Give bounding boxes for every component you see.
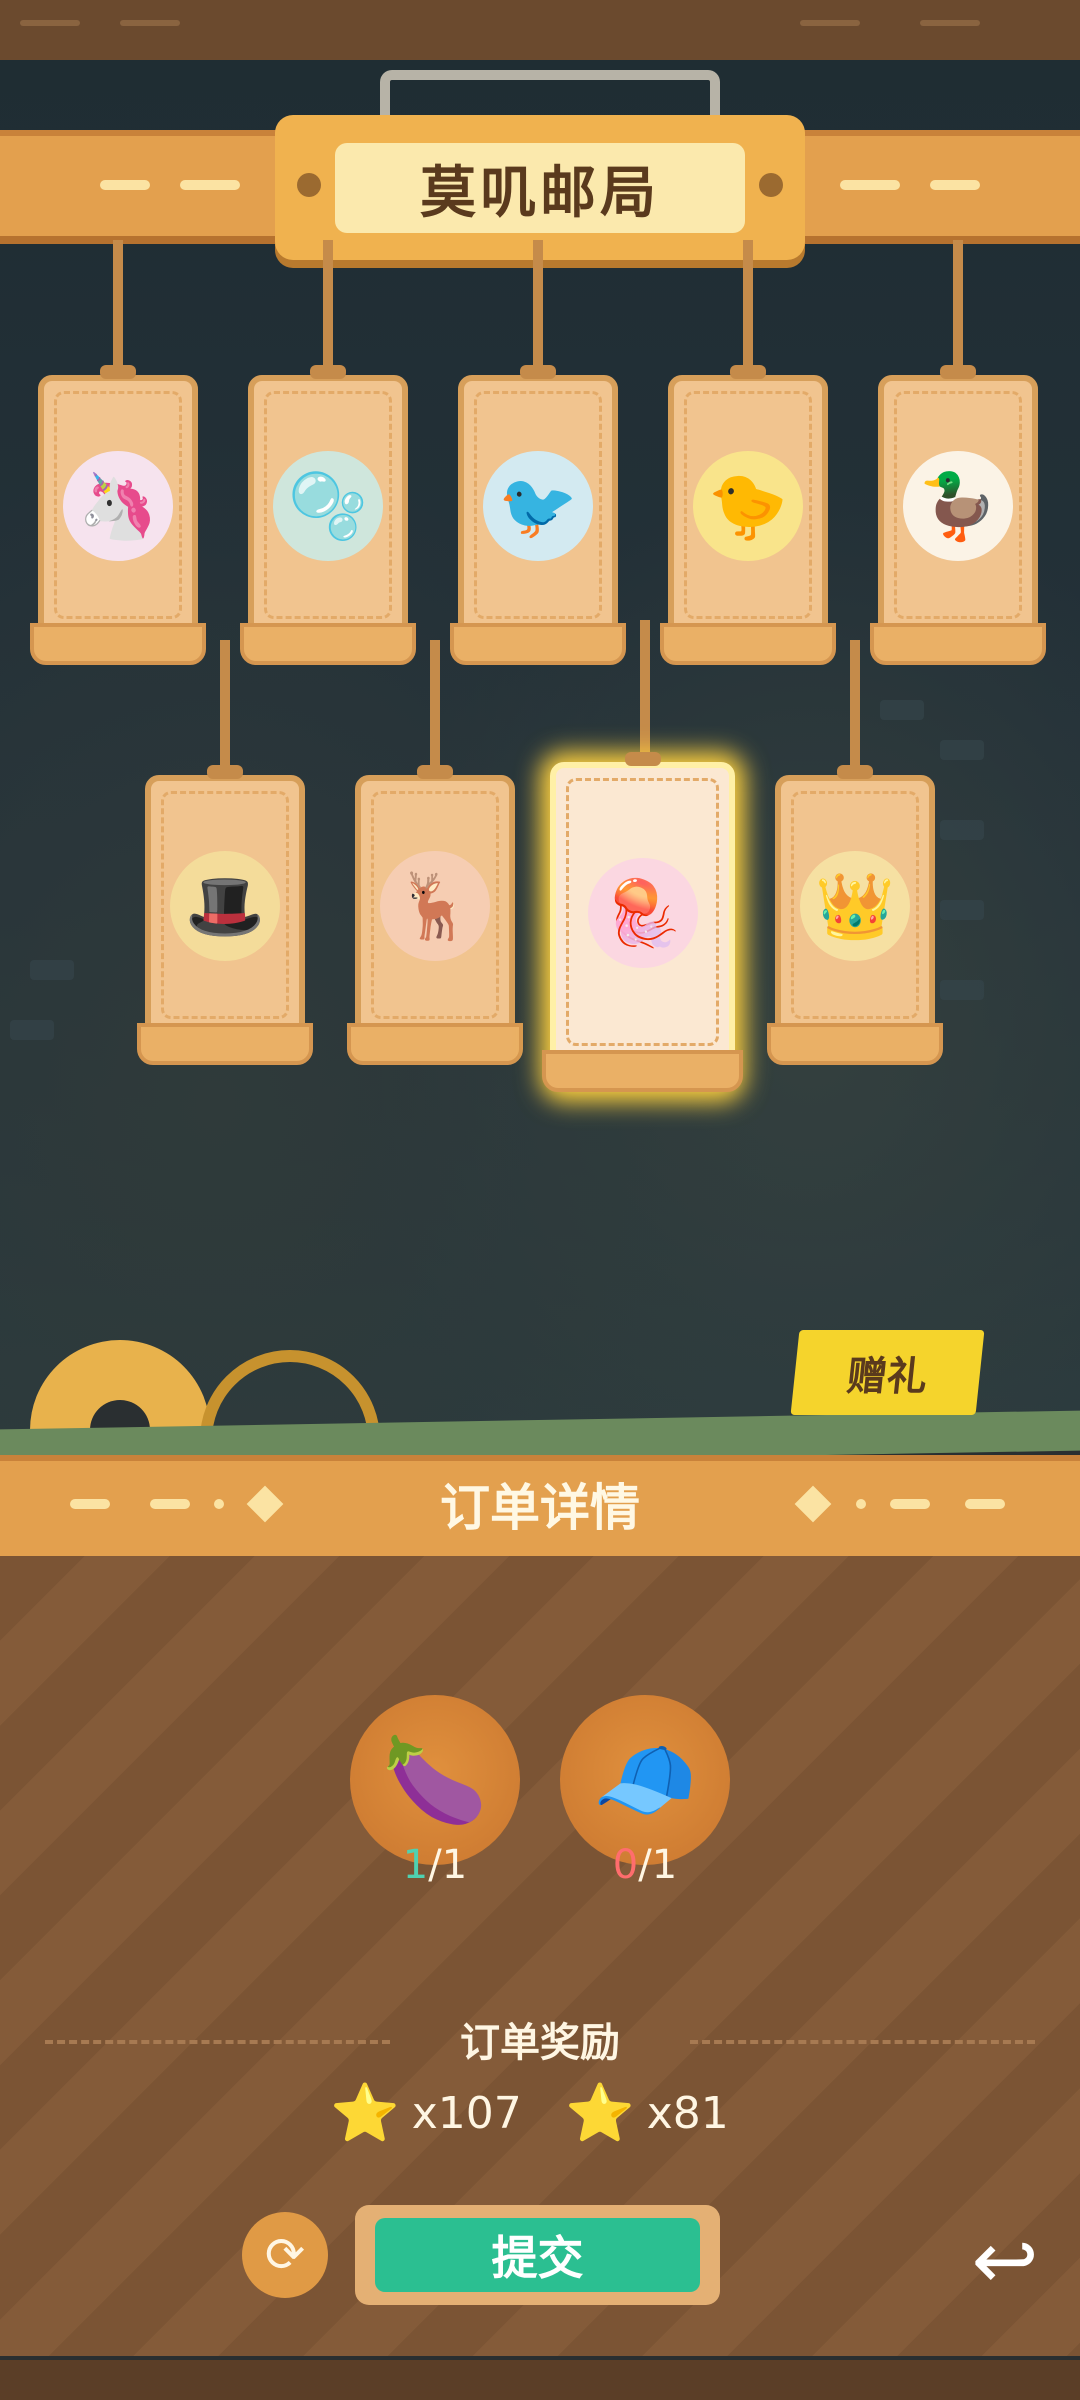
blue-star-icon: ⭐ <box>565 2081 635 2146</box>
refresh-button[interactable]: ⟳ <box>242 2212 328 2298</box>
top-wood-bar <box>0 0 1080 66</box>
character-card-pink-chick[interactable]: 🐤 <box>660 365 836 665</box>
bottom-wood-bar <box>0 2360 1080 2400</box>
order-item-count: 1/1 <box>402 1842 468 1888</box>
prince-icon: 👑 <box>800 851 910 961</box>
character-card-hat-creature[interactable]: 🎩 <box>137 765 313 1065</box>
night-cap-icon: 🧢 <box>592 1730 698 1829</box>
deer-icon: 🦌 <box>380 851 490 961</box>
order-item-lavender-pouch[interactable]: 🍆 <box>350 1695 520 1865</box>
pink-chick-icon: 🐤 <box>693 451 803 561</box>
character-card-jellyfish[interactable]: 🪼 <box>542 752 743 1092</box>
character-card-duck[interactable]: 🦆 <box>870 365 1046 665</box>
reward-amount: x107 <box>411 2087 522 2139</box>
character-card-deer[interactable]: 🦌 <box>347 765 523 1065</box>
character-card-prince[interactable]: 👑 <box>767 765 943 1065</box>
order-item-night-cap[interactable]: 🧢 <box>560 1695 730 1865</box>
submit-button[interactable]: 提交 <box>375 2218 700 2292</box>
character-card-bubble-fish[interactable]: 🫧 <box>240 365 416 665</box>
gift-button[interactable]: 赠礼 <box>790 1330 985 1415</box>
reward-amount: x81 <box>646 2087 729 2139</box>
order-title: 订单详情 <box>440 1479 640 1537</box>
jellyfish-icon: 🪼 <box>587 858 698 968</box>
lavender-pouch-icon: 🍆 <box>382 1730 488 1829</box>
bubble-fish-icon: 🫧 <box>273 451 383 561</box>
refresh-icon: ⟳ <box>264 2227 306 2283</box>
back-icon: ↩ <box>971 2213 1039 2307</box>
duck-icon: 🦆 <box>903 451 1013 561</box>
green-star-icon: ⭐ <box>330 2081 400 2146</box>
character-card-blue-bird[interactable]: 🐦 <box>450 365 626 665</box>
reward-label: 订单奖励 <box>460 2020 620 2066</box>
back-button[interactable]: ↩ <box>955 2210 1055 2310</box>
hat-creature-icon: 🎩 <box>170 851 280 961</box>
reward-blue-star: ⭐ x81 <box>565 2080 729 2146</box>
page-title: 莫叽邮局 <box>335 143 745 233</box>
order-item-count: 0/1 <box>612 1842 678 1888</box>
unicorn-icon: 🦄 <box>63 451 173 561</box>
blue-bird-icon: 🐦 <box>483 451 593 561</box>
character-card-unicorn[interactable]: 🦄 <box>30 365 206 665</box>
reward-green-star: ⭐ x107 <box>330 2080 522 2146</box>
